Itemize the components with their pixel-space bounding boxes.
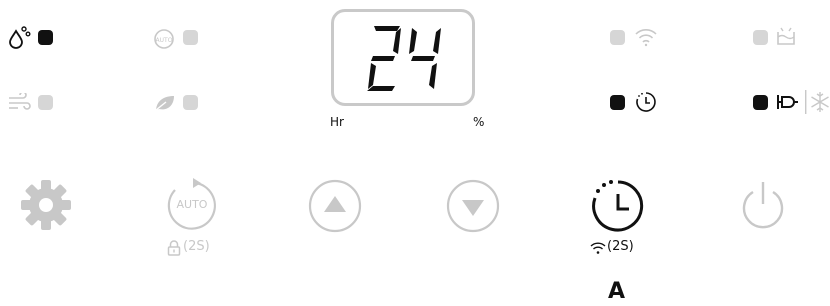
wifi-small-icon <box>590 241 606 255</box>
dry-mode-indicator <box>38 30 53 45</box>
fan-indicator <box>38 95 53 110</box>
timer-small-icon <box>634 91 658 113</box>
defrost-icon <box>810 91 830 113</box>
water-tank-icon <box>775 25 797 47</box>
seven-segment-readout <box>367 26 441 91</box>
auto-hold-label: (2S) <box>183 239 210 254</box>
timer-button[interactable] <box>589 177 647 239</box>
gear-icon <box>21 180 71 230</box>
drops-icon <box>7 25 33 49</box>
fan-icon <box>7 93 31 113</box>
callout-a: A <box>608 279 626 304</box>
arrow-down-icon <box>446 179 500 233</box>
wifi-icon <box>634 27 658 47</box>
power-icon <box>742 182 784 229</box>
power-button[interactable] <box>738 180 788 236</box>
tank-full-indicator <box>753 30 768 45</box>
auto-mode-icon: AUTO <box>153 28 175 50</box>
pump-icon <box>775 91 801 113</box>
lock-icon <box>167 240 181 256</box>
separator-line <box>805 90 807 114</box>
timer-indicator <box>610 95 625 110</box>
svg-text:AUTO: AUTO <box>156 37 173 44</box>
timer-icon <box>592 180 644 232</box>
percent-label: % <box>473 115 485 129</box>
pump-indicator <box>753 95 768 110</box>
timer-hold-label: (2S) <box>607 239 634 254</box>
auto-button-label: AUTO <box>176 198 208 211</box>
hr-label: Hr <box>330 115 344 129</box>
humidity-display: 24 <box>331 9 475 106</box>
wifi-indicator <box>610 30 625 45</box>
eco-indicator <box>183 95 198 110</box>
auto-button[interactable]: AUTO <box>163 177 221 239</box>
settings-button[interactable] <box>19 178 73 236</box>
auto-mode-indicator <box>183 30 198 45</box>
arrow-up-icon <box>308 179 362 233</box>
leaf-icon <box>153 93 177 113</box>
down-button[interactable] <box>445 178 501 238</box>
up-button[interactable] <box>307 178 363 238</box>
